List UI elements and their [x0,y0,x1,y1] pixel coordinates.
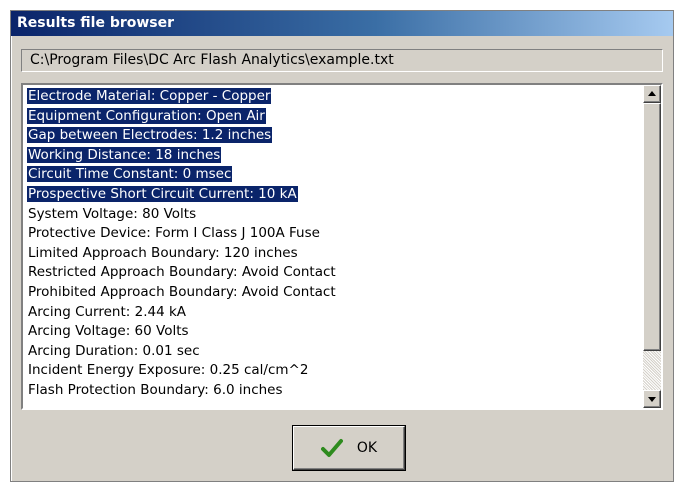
result-line: Prospective Short Circuit Current: 10 kA [27,185,639,205]
result-line: Electrode Material: Copper - Copper [27,87,639,107]
result-line: Limited Approach Boundary: 120 inches [27,244,639,264]
result-line-text: Circuit Time Constant: 0 msec [27,166,233,183]
result-line-text: Restricted Approach Boundary: Avoid Cont… [28,264,336,281]
result-line: Flash Protection Boundary: 6.0 inches [27,381,639,401]
result-line-text: Electrode Material: Copper - Copper [27,88,272,104]
result-line-text: Equipment Configuration: Open Air [27,107,266,124]
result-line: Prohibited Approach Boundary: Avoid Cont… [27,283,639,303]
result-line: Arcing Duration: 0.01 sec [27,342,639,362]
result-line-text: Flash Protection Boundary: 6.0 inches [28,381,283,398]
result-line: Protective Device: Form I Class J 100A F… [27,224,639,244]
scroll-up-button[interactable] [643,85,661,103]
result-line: Arcing Voltage: 60 Volts [27,322,639,342]
check-icon [320,439,343,457]
result-line-text: Arcing Duration: 0.01 sec [28,342,200,359]
result-line: Incident Energy Exposure: 0.25 cal/cm^2 [27,361,639,381]
result-line-text: Limited Approach Boundary: 120 inches [28,244,298,261]
window-title: Results file browser [11,11,673,36]
result-line-text: Incident Energy Exposure: 0.25 cal/cm^2 [28,362,309,379]
vertical-scrollbar[interactable] [643,85,661,408]
scrollbar-thumb[interactable] [643,103,661,351]
ok-button-label: OK [356,440,378,456]
file-path-field: C:\Program Files\DC Arc Flash Analytics\… [21,49,663,72]
result-line: Gap between Electrodes: 1.2 inches [27,126,639,146]
result-line-text: Arcing Current: 2.44 kA [28,303,187,320]
result-line-text: Arcing Voltage: 60 Volts [28,323,189,340]
result-line: System Voltage: 80 Volts [27,205,639,225]
result-line-text: Prospective Short Circuit Current: 10 kA [27,185,298,202]
result-line-text: Gap between Electrodes: 1.2 inches [27,127,273,144]
result-line: Restricted Approach Boundary: Avoid Cont… [27,263,639,283]
arrow-down-icon [648,397,656,402]
result-line: Circuit Time Constant: 0 msec [27,165,639,185]
scroll-down-button[interactable] [643,390,661,408]
result-line-text: Protective Device: Form I Class J 100A F… [28,225,320,242]
results-lines: Electrode Material: Copper - Copper Equip… [27,87,639,406]
result-line-text: Prohibited Approach Boundary: Avoid Cont… [28,283,336,300]
result-line: Arcing Current: 2.44 kA [27,303,639,323]
result-line: Working Distance: 18 inches [27,146,639,166]
result-line-text: Working Distance: 18 inches [27,146,222,163]
result-line-text: System Voltage: 80 Volts [28,205,197,222]
arrow-up-icon [648,91,656,96]
result-line: Equipment Configuration: Open Air [27,107,639,127]
ok-button[interactable]: OK [293,426,405,470]
results-text-area[interactable]: Electrode Material: Copper - Copper Equip… [21,83,663,410]
results-file-browser-dialog: Results file browser C:\Program Files\DC… [10,10,674,482]
